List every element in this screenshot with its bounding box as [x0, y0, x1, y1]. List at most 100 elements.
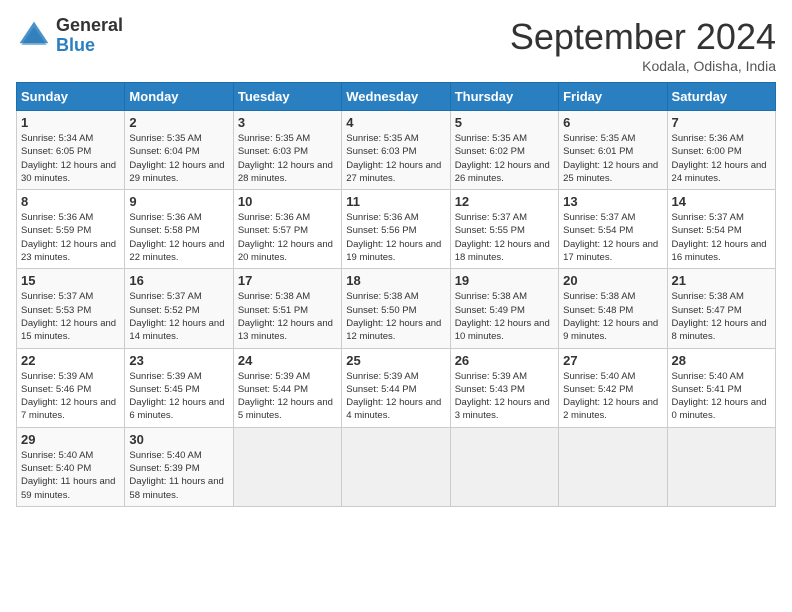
- day-number: 3: [238, 115, 337, 130]
- day-info: Sunrise: 5:38 AMSunset: 5:48 PMDaylight:…: [563, 290, 662, 343]
- calendar-cell: 2 Sunrise: 5:35 AMSunset: 6:04 PMDayligh…: [125, 111, 233, 190]
- day-info: Sunrise: 5:34 AMSunset: 6:05 PMDaylight:…: [21, 132, 120, 185]
- day-number: 30: [129, 432, 228, 447]
- day-header-thursday: Thursday: [450, 83, 558, 111]
- day-info: Sunrise: 5:35 AMSunset: 6:01 PMDaylight:…: [563, 132, 662, 185]
- day-number: 22: [21, 353, 120, 368]
- calendar-cell: 8 Sunrise: 5:36 AMSunset: 5:59 PMDayligh…: [17, 190, 125, 269]
- day-info: Sunrise: 5:39 AMSunset: 5:43 PMDaylight:…: [455, 370, 554, 423]
- day-number: 5: [455, 115, 554, 130]
- day-number: 27: [563, 353, 662, 368]
- day-header-tuesday: Tuesday: [233, 83, 341, 111]
- day-info: Sunrise: 5:39 AMSunset: 5:44 PMDaylight:…: [346, 370, 445, 423]
- calendar-cell: [233, 427, 341, 506]
- logo: General Blue: [16, 16, 123, 56]
- calendar-cell: 24 Sunrise: 5:39 AMSunset: 5:44 PMDaylig…: [233, 348, 341, 427]
- day-number: 11: [346, 194, 445, 209]
- page-header: General Blue September 2024 Kodala, Odis…: [16, 16, 776, 74]
- day-number: 7: [672, 115, 771, 130]
- calendar-cell: 18 Sunrise: 5:38 AMSunset: 5:50 PMDaylig…: [342, 269, 450, 348]
- day-info: Sunrise: 5:37 AMSunset: 5:52 PMDaylight:…: [129, 290, 228, 343]
- day-info: Sunrise: 5:36 AMSunset: 5:57 PMDaylight:…: [238, 211, 337, 264]
- calendar-cell: 14 Sunrise: 5:37 AMSunset: 5:54 PMDaylig…: [667, 190, 775, 269]
- day-info: Sunrise: 5:36 AMSunset: 5:56 PMDaylight:…: [346, 211, 445, 264]
- calendar-cell: 7 Sunrise: 5:36 AMSunset: 6:00 PMDayligh…: [667, 111, 775, 190]
- day-number: 1: [21, 115, 120, 130]
- calendar-cell: 30 Sunrise: 5:40 AMSunset: 5:39 PMDaylig…: [125, 427, 233, 506]
- day-number: 19: [455, 273, 554, 288]
- day-number: 23: [129, 353, 228, 368]
- calendar-cell: 11 Sunrise: 5:36 AMSunset: 5:56 PMDaylig…: [342, 190, 450, 269]
- calendar-cell: 4 Sunrise: 5:35 AMSunset: 6:03 PMDayligh…: [342, 111, 450, 190]
- day-number: 28: [672, 353, 771, 368]
- calendar-cell: 17 Sunrise: 5:38 AMSunset: 5:51 PMDaylig…: [233, 269, 341, 348]
- day-number: 29: [21, 432, 120, 447]
- calendar-week-3: 15 Sunrise: 5:37 AMSunset: 5:53 PMDaylig…: [17, 269, 776, 348]
- calendar-cell: 1 Sunrise: 5:34 AMSunset: 6:05 PMDayligh…: [17, 111, 125, 190]
- day-info: Sunrise: 5:39 AMSunset: 5:46 PMDaylight:…: [21, 370, 120, 423]
- calendar-cell: [342, 427, 450, 506]
- calendar-cell: 27 Sunrise: 5:40 AMSunset: 5:42 PMDaylig…: [559, 348, 667, 427]
- day-number: 12: [455, 194, 554, 209]
- day-info: Sunrise: 5:35 AMSunset: 6:04 PMDaylight:…: [129, 132, 228, 185]
- day-number: 15: [21, 273, 120, 288]
- day-number: 20: [563, 273, 662, 288]
- day-number: 18: [346, 273, 445, 288]
- calendar-cell: 26 Sunrise: 5:39 AMSunset: 5:43 PMDaylig…: [450, 348, 558, 427]
- day-number: 10: [238, 194, 337, 209]
- day-info: Sunrise: 5:38 AMSunset: 5:49 PMDaylight:…: [455, 290, 554, 343]
- day-info: Sunrise: 5:38 AMSunset: 5:51 PMDaylight:…: [238, 290, 337, 343]
- calendar-cell: 10 Sunrise: 5:36 AMSunset: 5:57 PMDaylig…: [233, 190, 341, 269]
- logo-blue-text: Blue: [56, 36, 123, 56]
- calendar-table: SundayMondayTuesdayWednesdayThursdayFrid…: [16, 82, 776, 507]
- logo-text: General Blue: [56, 16, 123, 56]
- day-header-friday: Friday: [559, 83, 667, 111]
- calendar-cell: 22 Sunrise: 5:39 AMSunset: 5:46 PMDaylig…: [17, 348, 125, 427]
- day-number: 14: [672, 194, 771, 209]
- calendar-cell: 19 Sunrise: 5:38 AMSunset: 5:49 PMDaylig…: [450, 269, 558, 348]
- calendar-cell: [450, 427, 558, 506]
- day-number: 2: [129, 115, 228, 130]
- calendar-cell: 21 Sunrise: 5:38 AMSunset: 5:47 PMDaylig…: [667, 269, 775, 348]
- day-info: Sunrise: 5:38 AMSunset: 5:47 PMDaylight:…: [672, 290, 771, 343]
- calendar-cell: 15 Sunrise: 5:37 AMSunset: 5:53 PMDaylig…: [17, 269, 125, 348]
- day-info: Sunrise: 5:37 AMSunset: 5:53 PMDaylight:…: [21, 290, 120, 343]
- day-number: 6: [563, 115, 662, 130]
- calendar-week-5: 29 Sunrise: 5:40 AMSunset: 5:40 PMDaylig…: [17, 427, 776, 506]
- day-number: 24: [238, 353, 337, 368]
- day-number: 9: [129, 194, 228, 209]
- day-info: Sunrise: 5:36 AMSunset: 5:58 PMDaylight:…: [129, 211, 228, 264]
- day-number: 16: [129, 273, 228, 288]
- day-number: 26: [455, 353, 554, 368]
- day-info: Sunrise: 5:40 AMSunset: 5:39 PMDaylight:…: [129, 449, 228, 502]
- title-block: September 2024 Kodala, Odisha, India: [510, 16, 776, 74]
- day-info: Sunrise: 5:37 AMSunset: 5:55 PMDaylight:…: [455, 211, 554, 264]
- calendar-week-2: 8 Sunrise: 5:36 AMSunset: 5:59 PMDayligh…: [17, 190, 776, 269]
- calendar-cell: 28 Sunrise: 5:40 AMSunset: 5:41 PMDaylig…: [667, 348, 775, 427]
- day-info: Sunrise: 5:40 AMSunset: 5:41 PMDaylight:…: [672, 370, 771, 423]
- day-number: 13: [563, 194, 662, 209]
- day-info: Sunrise: 5:39 AMSunset: 5:45 PMDaylight:…: [129, 370, 228, 423]
- day-info: Sunrise: 5:37 AMSunset: 5:54 PMDaylight:…: [563, 211, 662, 264]
- day-info: Sunrise: 5:35 AMSunset: 6:02 PMDaylight:…: [455, 132, 554, 185]
- location: Kodala, Odisha, India: [510, 58, 776, 74]
- day-header-monday: Monday: [125, 83, 233, 111]
- day-number: 21: [672, 273, 771, 288]
- calendar-cell: 25 Sunrise: 5:39 AMSunset: 5:44 PMDaylig…: [342, 348, 450, 427]
- day-info: Sunrise: 5:35 AMSunset: 6:03 PMDaylight:…: [346, 132, 445, 185]
- day-info: Sunrise: 5:39 AMSunset: 5:44 PMDaylight:…: [238, 370, 337, 423]
- calendar-header-row: SundayMondayTuesdayWednesdayThursdayFrid…: [17, 83, 776, 111]
- day-number: 4: [346, 115, 445, 130]
- day-info: Sunrise: 5:36 AMSunset: 6:00 PMDaylight:…: [672, 132, 771, 185]
- calendar-week-1: 1 Sunrise: 5:34 AMSunset: 6:05 PMDayligh…: [17, 111, 776, 190]
- calendar-cell: 23 Sunrise: 5:39 AMSunset: 5:45 PMDaylig…: [125, 348, 233, 427]
- day-info: Sunrise: 5:37 AMSunset: 5:54 PMDaylight:…: [672, 211, 771, 264]
- day-info: Sunrise: 5:38 AMSunset: 5:50 PMDaylight:…: [346, 290, 445, 343]
- day-info: Sunrise: 5:36 AMSunset: 5:59 PMDaylight:…: [21, 211, 120, 264]
- calendar-cell: 3 Sunrise: 5:35 AMSunset: 6:03 PMDayligh…: [233, 111, 341, 190]
- month-title: September 2024: [510, 16, 776, 58]
- calendar-cell: 13 Sunrise: 5:37 AMSunset: 5:54 PMDaylig…: [559, 190, 667, 269]
- logo-icon: [16, 18, 52, 54]
- day-info: Sunrise: 5:40 AMSunset: 5:42 PMDaylight:…: [563, 370, 662, 423]
- day-header-wednesday: Wednesday: [342, 83, 450, 111]
